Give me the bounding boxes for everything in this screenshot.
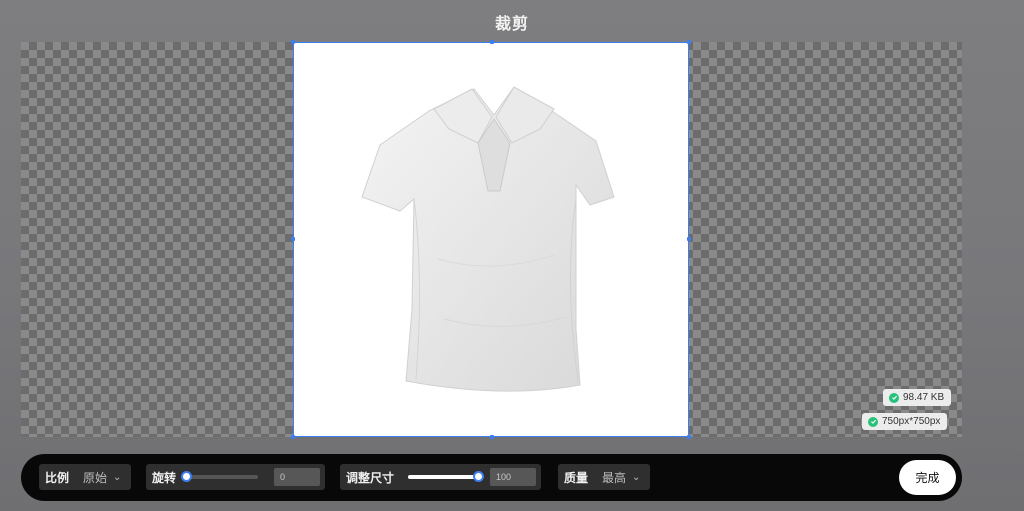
- check-circle-icon: [868, 416, 878, 427]
- resize-slider-fill: [408, 475, 479, 479]
- file-size-badge: 98.47 KB: [883, 389, 952, 406]
- crop-handle-top[interactable]: [490, 40, 494, 44]
- page-title: 裁剪: [494, 14, 529, 33]
- crop-handle-bottom-right[interactable]: [687, 435, 691, 439]
- crop-handle-bottom[interactable]: [490, 435, 494, 439]
- crop-handle-top-left[interactable]: [291, 40, 295, 44]
- rotate-label: 旋转: [152, 470, 177, 485]
- crop-frame[interactable]: [291, 40, 691, 439]
- dimensions-text: 750px*750px: [882, 416, 941, 427]
- resize-slider-thumb[interactable]: [473, 471, 485, 482]
- quality-label: 质量: [564, 470, 589, 485]
- crop-handle-right[interactable]: [687, 237, 691, 241]
- check-circle-icon: [889, 392, 899, 403]
- resize-label: 调整尺寸: [346, 470, 395, 485]
- ratio-label: 比例: [45, 470, 70, 485]
- file-size-text: 98.47 KB: [903, 392, 945, 403]
- done-button[interactable]: 完成: [899, 460, 956, 495]
- chevron-down-icon: ⌄: [632, 471, 641, 483]
- rotate-input[interactable]: [274, 468, 320, 486]
- chevron-down-icon: ⌄: [113, 471, 122, 483]
- quality-value: 最高: [602, 470, 627, 485]
- resize-control: 调整尺寸: [340, 464, 541, 490]
- ratio-value: 原始: [83, 470, 108, 485]
- product-image: [361, 86, 615, 392]
- crop-handle-left[interactable]: [291, 237, 295, 241]
- rotate-control: 旋转: [146, 464, 325, 490]
- ratio-select[interactable]: 比例 原始 ⌄: [39, 464, 131, 490]
- resize-input[interactable]: [490, 468, 536, 486]
- quality-select[interactable]: 质量 最高 ⌄: [558, 464, 650, 490]
- rotate-slider[interactable]: [181, 471, 259, 482]
- rotate-slider-thumb[interactable]: [181, 471, 193, 482]
- crop-handle-top-right[interactable]: [687, 40, 691, 44]
- bottom-toolbar: 比例 原始 ⌄ 旋转 调整尺寸 质量 最高 ⌄ 完成: [21, 454, 962, 501]
- crop-handle-bottom-left[interactable]: [291, 435, 295, 439]
- dimensions-badge: 750px*750px: [862, 413, 948, 430]
- resize-slider[interactable]: [408, 471, 485, 482]
